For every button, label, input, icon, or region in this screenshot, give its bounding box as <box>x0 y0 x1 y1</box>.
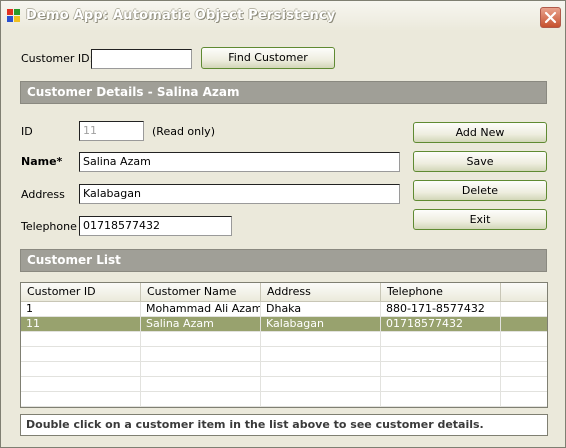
telephone-field[interactable]: 01718577432 <box>79 216 232 236</box>
cell-telephone <box>381 332 501 346</box>
title-bar[interactable]: Demo App: Automatic Object Persistency <box>1 1 565 31</box>
customer-id-label: Customer ID: <box>21 52 94 65</box>
cell-id <box>21 392 141 406</box>
find-customer-button[interactable]: Find Customer <box>201 47 335 69</box>
cell-id: 11 <box>21 317 141 331</box>
column-customer-name[interactable]: Customer Name <box>141 283 261 301</box>
address-field[interactable]: Kalabagan <box>79 184 400 204</box>
customer-id-search-input[interactable] <box>91 49 192 69</box>
cell-telephone <box>381 347 501 361</box>
column-telephone[interactable]: Telephone <box>381 283 501 301</box>
cell-address <box>261 332 381 346</box>
name-label: Name* <box>21 155 63 168</box>
cell-address: Dhaka <box>261 302 381 316</box>
cell-id: 1 <box>21 302 141 316</box>
column-address[interactable]: Address <box>261 283 381 301</box>
cell-telephone: 01718577432 <box>381 317 501 331</box>
empty-row <box>21 377 547 392</box>
name-field[interactable]: Salina Azam <box>79 152 400 172</box>
cell-address <box>261 377 381 391</box>
cell-name <box>141 377 261 391</box>
list-item[interactable]: 11 Salina Azam Kalabagan 01718577432 <box>21 317 547 332</box>
cell-name <box>141 332 261 346</box>
add-new-button[interactable]: Add New <box>413 122 547 143</box>
list-item[interactable]: 1 Mohammad Ali Azam Dhaka 880-171-8577432 <box>21 302 547 317</box>
cell-telephone <box>381 377 501 391</box>
cell-name <box>141 392 261 406</box>
cell-address <box>261 347 381 361</box>
empty-row <box>21 392 547 407</box>
telephone-label: Telephone <box>21 220 77 233</box>
column-filler <box>501 283 547 301</box>
cell-telephone <box>381 392 501 406</box>
delete-button[interactable]: Delete <box>413 180 547 201</box>
id-label: ID <box>21 125 33 138</box>
list-column-header: Customer ID Customer Name Address Teleph… <box>21 283 547 302</box>
customer-details-header: Customer Details - Salina Azam <box>20 81 547 104</box>
close-icon <box>544 11 557 24</box>
cell-name <box>141 347 261 361</box>
customer-list-header: Customer List <box>20 249 547 272</box>
cell-telephone: 880-171-8577432 <box>381 302 501 316</box>
read-only-note: (Read only) <box>152 125 215 138</box>
exit-button[interactable]: Exit <box>413 209 547 230</box>
cell-address <box>261 362 381 376</box>
id-field: 11 <box>79 121 144 141</box>
address-label: Address <box>21 188 65 201</box>
cell-id <box>21 332 141 346</box>
main-window: Demo App: Automatic Object Persistency C… <box>0 0 566 448</box>
close-button[interactable] <box>540 7 561 28</box>
cell-address <box>261 392 381 406</box>
cell-telephone <box>381 362 501 376</box>
cell-id <box>21 362 141 376</box>
app-window-icon <box>7 9 20 22</box>
customer-list-view[interactable]: Customer ID Customer Name Address Teleph… <box>20 282 548 408</box>
cell-name: Salina Azam <box>141 317 261 331</box>
window-title: Demo App: Automatic Object Persistency <box>26 8 336 23</box>
status-hint: Double click on a customer item in the l… <box>20 414 548 436</box>
cell-address: Kalabagan <box>261 317 381 331</box>
empty-row <box>21 362 547 377</box>
cell-id <box>21 377 141 391</box>
empty-row <box>21 347 547 362</box>
save-button[interactable]: Save <box>413 151 547 172</box>
cell-id <box>21 347 141 361</box>
empty-row <box>21 332 547 347</box>
column-customer-id[interactable]: Customer ID <box>21 283 141 301</box>
cell-name <box>141 362 261 376</box>
cell-name: Mohammad Ali Azam <box>141 302 261 316</box>
